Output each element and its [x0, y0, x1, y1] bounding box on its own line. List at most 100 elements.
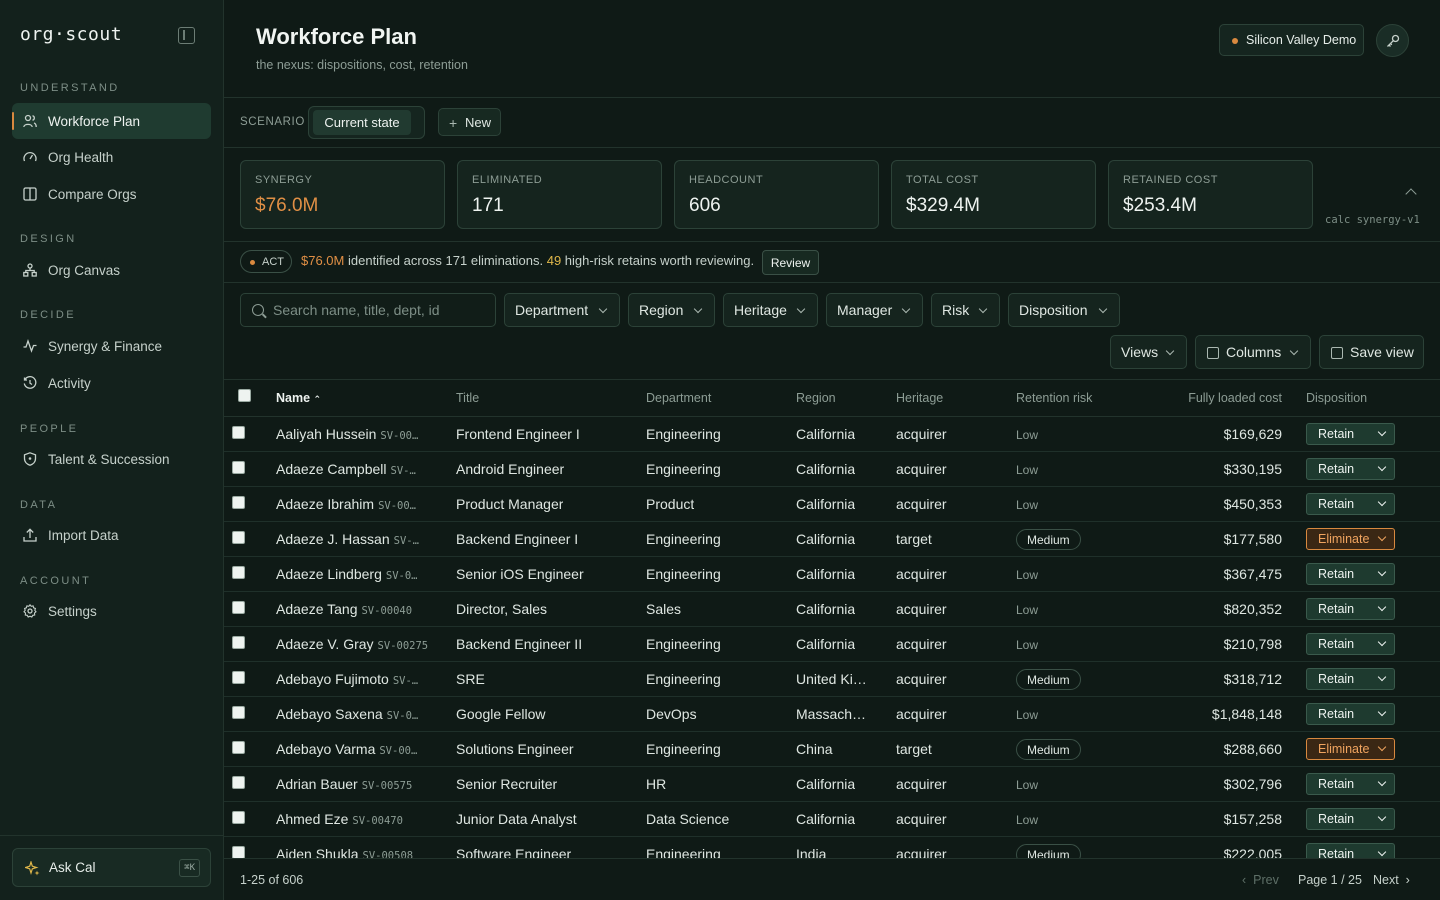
- save-view-button[interactable]: Save view: [1319, 335, 1424, 369]
- brand-logo[interactable]: org·scout: [20, 24, 122, 45]
- disposition-select[interactable]: Retain: [1306, 808, 1395, 830]
- table-row[interactable]: Adaeze Lindberg SV-0… Senior iOS Engineer…: [224, 557, 1440, 592]
- employee-name-cell[interactable]: Adaeze Campbell SV-…: [276, 461, 416, 477]
- disposition-value: Retain: [1318, 847, 1355, 858]
- employee-id: SV-…: [392, 675, 419, 687]
- sidebar-item-workforce-plan[interactable]: Workforce Plan: [12, 103, 211, 139]
- sidebar-collapse-icon[interactable]: [178, 27, 195, 44]
- filter-risk[interactable]: Risk: [931, 293, 1000, 327]
- filter-heritage[interactable]: Heritage: [723, 293, 818, 327]
- department-cell: Data Science: [646, 811, 730, 827]
- review-button[interactable]: Review: [762, 250, 819, 275]
- employee-name-cell[interactable]: Adaeze Tang SV-00040: [276, 601, 412, 617]
- filter-department[interactable]: Department: [504, 293, 620, 327]
- employee-name-cell[interactable]: Adebayo Varma SV-00…: [276, 741, 417, 757]
- employee-name-cell[interactable]: Adaeze J. Hassan SV-…: [276, 531, 419, 547]
- prev-page-button[interactable]: ‹ Prev: [1242, 873, 1279, 887]
- employee-name-cell[interactable]: Adebayo Fujimoto SV-…: [276, 671, 418, 687]
- sidebar-item-talent-succession[interactable]: Talent & Succession: [12, 441, 211, 477]
- column-header-heritage[interactable]: Heritage: [896, 391, 943, 405]
- row-checkbox[interactable]: [232, 496, 245, 509]
- employee-name-cell[interactable]: Adebayo Saxena SV-0…: [276, 706, 418, 722]
- disposition-select[interactable]: Retain: [1306, 773, 1395, 795]
- disposition-select[interactable]: Eliminate: [1306, 528, 1395, 550]
- sidebar-item-synergy-finance[interactable]: Synergy & Finance: [12, 328, 211, 364]
- row-checkbox[interactable]: [232, 531, 245, 544]
- disposition-select[interactable]: Retain: [1306, 598, 1395, 620]
- employee-name: Aaliyah Hussein: [276, 426, 377, 442]
- disposition-select[interactable]: Retain: [1306, 703, 1395, 725]
- disposition-value: Eliminate: [1318, 742, 1370, 756]
- column-header-disposition[interactable]: Disposition: [1306, 391, 1367, 405]
- sidebar-item-import-data[interactable]: Import Data: [12, 517, 211, 553]
- table-row[interactable]: Adrian Bauer SV-00575 Senior Recruiter HR…: [224, 767, 1440, 802]
- row-checkbox[interactable]: [232, 601, 245, 614]
- employee-id: SV-00…: [378, 500, 416, 512]
- employee-name-cell[interactable]: Adaeze V. Gray SV-00275: [276, 636, 428, 652]
- table-row[interactable]: Aaliyah Hussein SV-00… Frontend Engineer …: [224, 417, 1440, 452]
- column-header-retention-risk[interactable]: Retention risk: [1016, 391, 1092, 405]
- sidebar-item-activity[interactable]: Activity: [12, 365, 211, 401]
- disposition-select[interactable]: Retain: [1306, 563, 1395, 585]
- select-all-checkbox[interactable]: [238, 389, 251, 402]
- row-checkbox[interactable]: [232, 566, 245, 579]
- sidebar-item-org-health[interactable]: Org Health: [12, 139, 211, 175]
- employee-name-cell[interactable]: Adaeze Ibrahim SV-00…: [276, 496, 416, 512]
- disposition-select[interactable]: Retain: [1306, 633, 1395, 655]
- table-row[interactable]: Adaeze Campbell SV-… Android Engineer Eng…: [224, 452, 1440, 487]
- row-checkbox[interactable]: [232, 671, 245, 684]
- risk-label: Low: [1016, 463, 1039, 477]
- disposition-select[interactable]: Retain: [1306, 423, 1395, 445]
- disposition-select[interactable]: Retain: [1306, 668, 1395, 690]
- column-header-title[interactable]: Title: [456, 391, 479, 405]
- row-checkbox[interactable]: [232, 776, 245, 789]
- disposition-select[interactable]: Eliminate: [1306, 738, 1395, 760]
- risk-badge: Medium: [1016, 844, 1081, 858]
- table-row[interactable]: Adaeze Ibrahim SV-00… Product Manager Pro…: [224, 487, 1440, 522]
- column-header-region[interactable]: Region: [796, 391, 836, 405]
- search-input[interactable]: [273, 294, 488, 326]
- column-header-name[interactable]: Name ⌃: [276, 391, 321, 405]
- table-row[interactable]: Adaeze V. Gray SV-00275 Backend Engineer …: [224, 627, 1440, 662]
- workspace-selector[interactable]: Silicon Valley Demo: [1219, 24, 1364, 56]
- row-checkbox[interactable]: [232, 741, 245, 754]
- row-checkbox[interactable]: [232, 426, 245, 439]
- employee-name-cell[interactable]: Adaeze Lindberg SV-0…: [276, 566, 417, 582]
- columns-button[interactable]: Columns: [1195, 335, 1311, 369]
- table-row[interactable]: Adaeze Tang SV-00040 Director, Sales Sale…: [224, 592, 1440, 627]
- row-checkbox[interactable]: [232, 706, 245, 719]
- disposition-select[interactable]: Retain: [1306, 458, 1395, 480]
- sidebar-item-compare-orgs[interactable]: Compare Orgs: [12, 176, 211, 212]
- api-key-button[interactable]: [1376, 24, 1409, 57]
- disposition-select[interactable]: Retain: [1306, 493, 1395, 515]
- employee-name-cell[interactable]: Ahmed Eze SV-00470: [276, 811, 403, 827]
- sidebar-item-org-canvas[interactable]: Org Canvas: [12, 252, 211, 288]
- column-header-cost[interactable]: Fully loaded cost: [1188, 391, 1282, 405]
- employee-name-cell[interactable]: Aaliyah Hussein SV-00…: [276, 426, 418, 442]
- filter-manager[interactable]: Manager: [826, 293, 923, 327]
- table-row[interactable]: Ahmed Eze SV-00470 Junior Data Analyst Da…: [224, 802, 1440, 837]
- next-page-button[interactable]: Next ›: [1373, 873, 1410, 887]
- row-checkbox[interactable]: [232, 811, 245, 824]
- column-header-department[interactable]: Department: [646, 391, 711, 405]
- table-row[interactable]: Adebayo Varma SV-00… Solutions Engineer E…: [224, 732, 1440, 767]
- collapse-kpis-chevron-up-icon[interactable]: [1405, 188, 1417, 200]
- employee-name-cell[interactable]: Adrian Bauer SV-00575: [276, 776, 412, 792]
- new-scenario-button[interactable]: + New: [438, 108, 501, 136]
- row-checkbox[interactable]: [232, 461, 245, 474]
- row-checkbox[interactable]: [232, 846, 245, 858]
- employee-name-cell[interactable]: Aiden Shukla SV-00508: [276, 846, 413, 858]
- filter-disposition[interactable]: Disposition: [1008, 293, 1120, 327]
- department-cell: Product: [646, 496, 695, 512]
- filter-region[interactable]: Region: [628, 293, 715, 327]
- table-row[interactable]: Aiden Shukla SV-00508 Software Engineer E…: [224, 837, 1440, 858]
- table-row[interactable]: Adebayo Saxena SV-0… Google Fellow DevOps…: [224, 697, 1440, 732]
- table-row[interactable]: Adebayo Fujimoto SV-… SRE Engineering Uni…: [224, 662, 1440, 697]
- row-checkbox[interactable]: [232, 636, 245, 649]
- ask-cal-button[interactable]: Ask Cal ⌘K: [12, 848, 211, 887]
- disposition-select[interactable]: Retain: [1306, 843, 1395, 858]
- tab-current-state[interactable]: Current state: [313, 110, 411, 135]
- table-row[interactable]: Adaeze J. Hassan SV-… Backend Engineer I …: [224, 522, 1440, 557]
- views-button[interactable]: Views: [1110, 335, 1187, 369]
- sidebar-item-settings[interactable]: Settings: [12, 593, 211, 629]
